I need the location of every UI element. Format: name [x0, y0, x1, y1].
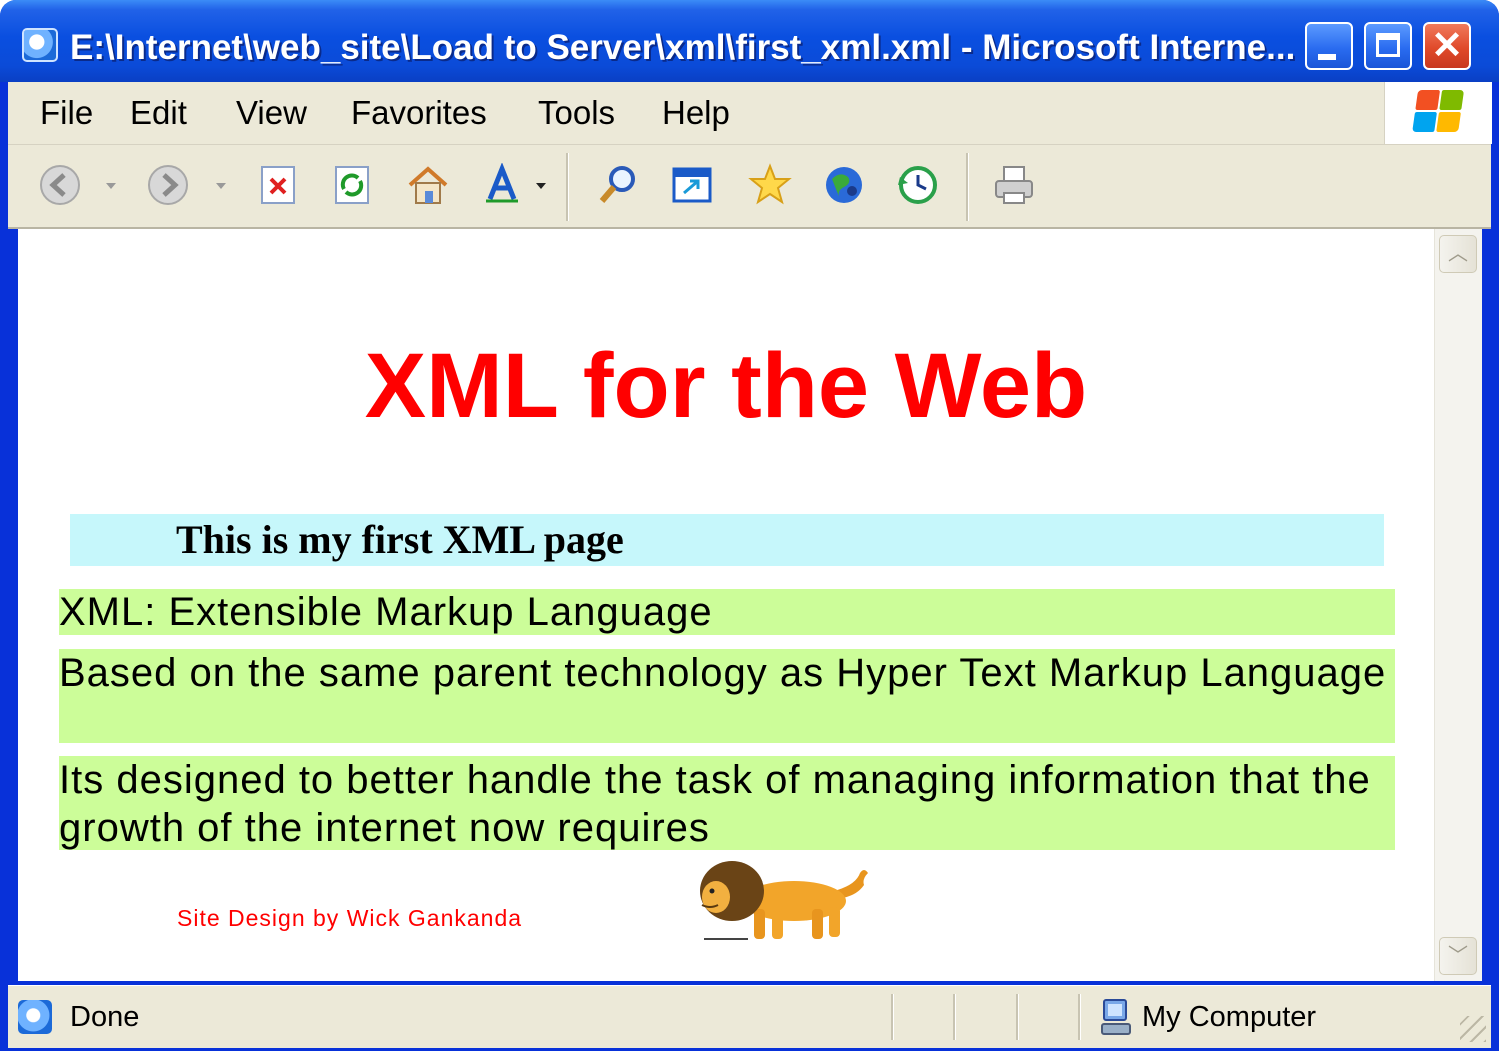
print-icon[interactable]	[992, 163, 1036, 207]
font-size-icon[interactable]	[482, 163, 526, 207]
back-dropdown-icon[interactable]	[106, 183, 116, 189]
ie-page-icon[interactable]	[22, 28, 58, 62]
home-icon[interactable]	[406, 163, 450, 207]
standard-toolbar	[8, 145, 1491, 229]
paragraph: Based on the same parent technology as H…	[59, 649, 1395, 743]
menu-edit[interactable]: Edit	[130, 82, 187, 144]
minimize-button[interactable]	[1305, 22, 1353, 70]
refresh-icon[interactable]	[330, 163, 374, 207]
paragraph: XML: Extensible Markup Language	[59, 589, 1395, 635]
paragraph: Its designed to better handle the task o…	[59, 756, 1395, 850]
page-content: XML for the Web This is my first XML pag…	[18, 229, 1434, 981]
vertical-scrollbar[interactable]: ︿ ﹀	[1434, 229, 1482, 981]
close-button[interactable]: ✕	[1423, 22, 1471, 70]
windows-flag-icon	[1412, 90, 1466, 134]
scroll-up-icon[interactable]: ︿	[1439, 235, 1477, 273]
menu-help[interactable]: Help	[662, 82, 730, 144]
subtitle-banner: This is my first XML page	[70, 514, 1384, 566]
menu-view[interactable]: View	[236, 82, 307, 144]
maximize-icon	[1376, 33, 1400, 57]
scroll-down-icon[interactable]: ﹀	[1439, 937, 1477, 975]
maximize-button[interactable]	[1364, 22, 1412, 70]
menu-favorites[interactable]: Favorites	[351, 82, 487, 144]
back-icon[interactable]	[38, 163, 82, 207]
toolbar-separator	[566, 153, 569, 221]
menu-bar: File Edit View Favorites Tools Help	[8, 82, 1492, 145]
status-divider	[1016, 994, 1019, 1040]
close-icon: ✕	[1431, 25, 1463, 67]
font-size-dropdown-icon[interactable]	[536, 183, 546, 189]
media-icon[interactable]	[822, 163, 866, 207]
window-title: E:\Internet\web_site\Load to Server\xml\…	[70, 28, 1295, 67]
forward-dropdown-icon[interactable]	[216, 183, 226, 189]
status-divider	[891, 994, 894, 1040]
my-computer-icon	[1101, 999, 1131, 1035]
page-status-icon	[18, 1000, 52, 1034]
status-divider	[953, 994, 956, 1040]
resize-grip-icon[interactable]	[1460, 1016, 1486, 1042]
menu-tools[interactable]: Tools	[538, 82, 615, 144]
security-zone: My Computer	[1142, 1001, 1317, 1033]
status-text: Done	[70, 1001, 140, 1033]
status-divider	[1078, 994, 1081, 1040]
page-subtitle: This is my first XML page	[176, 517, 624, 562]
stop-icon[interactable]	[256, 163, 300, 207]
browser-window: E:\Internet\web_site\Load to Server\xml\…	[0, 0, 1499, 1051]
site-credit: Site Design by Wick Gankanda	[177, 905, 523, 931]
popup-icon[interactable]	[670, 163, 714, 207]
windows-logo	[1384, 82, 1492, 144]
page-heading: XML for the Web	[364, 335, 1088, 437]
forward-icon[interactable]	[146, 163, 190, 207]
toolbar-separator	[966, 153, 969, 221]
status-bar: Done My Computer	[8, 985, 1491, 1048]
favorites-icon[interactable]	[748, 163, 792, 207]
minimize-icon	[1318, 54, 1336, 60]
search-icon[interactable]	[596, 163, 640, 207]
title-bar[interactable]: E:\Internet\web_site\Load to Server\xml\…	[0, 0, 1499, 82]
menu-file[interactable]: File	[40, 82, 93, 144]
history-icon[interactable]	[896, 163, 940, 207]
lion-image	[700, 861, 868, 940]
